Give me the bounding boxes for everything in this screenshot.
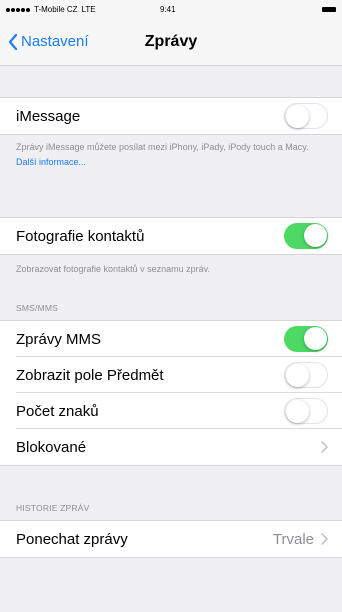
imessage-footer: Zprávy iMessage můžete posílat mezi iPho… xyxy=(16,140,326,170)
status-time: 9:41 xyxy=(160,5,176,14)
imessage-label: iMessage xyxy=(16,108,81,125)
subject-field-label: Zobrazit pole Předmět xyxy=(16,367,164,384)
subject-field-toggle[interactable] xyxy=(284,362,328,388)
mms-row: Zprávy MMS xyxy=(0,321,342,357)
character-count-toggle[interactable] xyxy=(284,398,328,424)
imessage-row: iMessage xyxy=(0,98,342,134)
carrier-name: T-Mobile CZ xyxy=(34,5,78,14)
chevron-right-icon xyxy=(321,533,328,545)
keep-messages-value: Trvale xyxy=(272,531,314,548)
message-history-header: HISTORIE ZPRÁV xyxy=(16,503,90,513)
character-count-row: Počet znaků xyxy=(0,393,342,429)
sms-mms-header: SMS/MMS xyxy=(16,303,59,313)
contact-photos-toggle[interactable] xyxy=(284,223,328,249)
page-title: Zprávy xyxy=(144,33,198,50)
subject-field-row: Zobrazit pole Předmět xyxy=(0,357,342,393)
more-info-link[interactable]: Další informace... xyxy=(16,157,86,167)
mms-label: Zprávy MMS xyxy=(16,331,102,348)
carrier-info: T-Mobile CZ LTE xyxy=(6,5,96,14)
imessage-footer-text: Zprávy iMessage můžete posílat mezi iPho… xyxy=(16,142,309,152)
battery-icon xyxy=(322,7,336,12)
imessage-toggle[interactable] xyxy=(284,103,328,129)
mms-toggle[interactable] xyxy=(284,326,328,352)
blocked-row[interactable]: Blokované xyxy=(0,429,342,465)
navigation-bar: Nastavení Zprávy xyxy=(0,20,342,66)
network-type: LTE xyxy=(81,5,96,14)
blocked-label: Blokované xyxy=(16,439,87,456)
keep-messages-row[interactable]: Ponechat zprávy Trvale xyxy=(0,521,342,557)
chevron-right-icon xyxy=(321,441,328,453)
character-count-label: Počet znaků xyxy=(16,403,99,420)
keep-messages-label: Ponechat zprávy xyxy=(16,531,128,548)
status-bar: T-Mobile CZ LTE 9:41 xyxy=(0,0,342,20)
contact-photos-row: Fotografie kontaktů xyxy=(0,218,342,254)
contact-photos-footer: Zobrazovat fotografie kontaktů v seznamu… xyxy=(16,264,210,274)
contact-photos-label: Fotografie kontaktů xyxy=(16,228,145,245)
signal-strength-icon xyxy=(6,7,30,12)
